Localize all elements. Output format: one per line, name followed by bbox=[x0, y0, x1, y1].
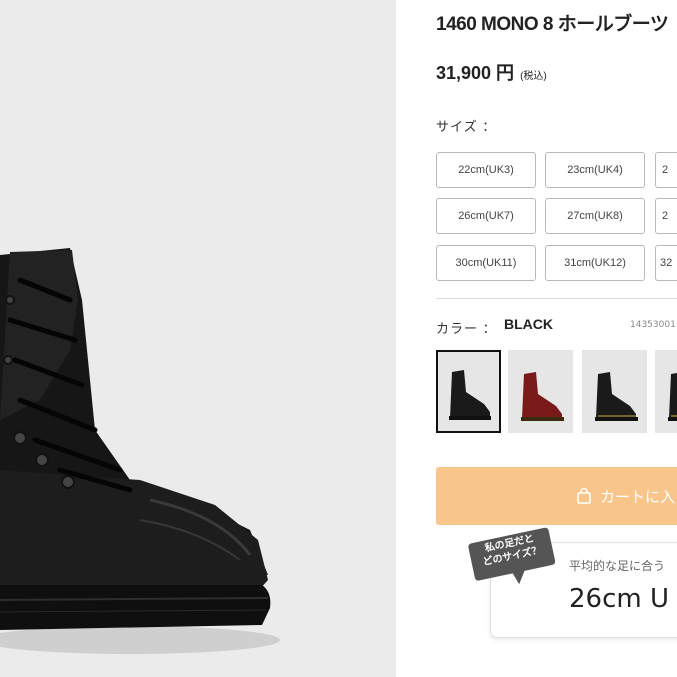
shopping-bag-icon bbox=[577, 488, 591, 504]
size-option-32[interactable]: 32 bbox=[655, 245, 677, 281]
color-swatch-cherry-red[interactable] bbox=[508, 350, 573, 433]
color-swatch-black-smooth[interactable] bbox=[582, 350, 647, 433]
size-label: サイズ ： bbox=[436, 119, 497, 134]
product-details: 1460 MONO 8 ホールブーツ 31,900 円 (税込) サイズ ： 22… bbox=[396, 0, 677, 677]
size-option-30[interactable]: 30cm(UK11) bbox=[436, 245, 536, 281]
size-option-23[interactable]: 23cm(UK4) bbox=[545, 152, 645, 188]
size-option-31[interactable]: 31cm(UK12) bbox=[545, 245, 645, 281]
color-label: カラー ： bbox=[436, 321, 497, 336]
selected-color: BLACK bbox=[504, 316, 553, 332]
add-to-cart-label: カートに入 bbox=[600, 488, 676, 506]
fit-caption: 平均的な足に合う bbox=[569, 559, 666, 573]
color-swatch-black-mono[interactable] bbox=[436, 350, 501, 433]
size-option-28[interactable]: 2 bbox=[655, 198, 677, 234]
size-option-22[interactable]: 22cm(UK3) bbox=[436, 152, 536, 188]
tax-note: (税込) bbox=[520, 71, 547, 82]
product-price: 31,900 円 (税込) bbox=[436, 59, 547, 85]
fit-value: 26cm U bbox=[569, 584, 670, 614]
product-image bbox=[0, 0, 396, 677]
boot-illustration bbox=[0, 248, 280, 654]
product-sku: 14353001 bbox=[630, 320, 676, 330]
size-option-27[interactable]: 27cm(UK8) bbox=[545, 198, 645, 234]
color-swatch-black-yellow-stitch[interactable] bbox=[655, 350, 677, 433]
product-title: 1460 MONO 8 ホールブーツ bbox=[436, 14, 669, 35]
add-to-cart-button[interactable]: カートに入 bbox=[436, 467, 677, 525]
price-value: 31,900 円 bbox=[436, 63, 515, 83]
divider bbox=[436, 298, 677, 299]
size-option-24[interactable]: 2 bbox=[655, 152, 677, 188]
size-option-26[interactable]: 26cm(UK7) bbox=[436, 198, 536, 234]
